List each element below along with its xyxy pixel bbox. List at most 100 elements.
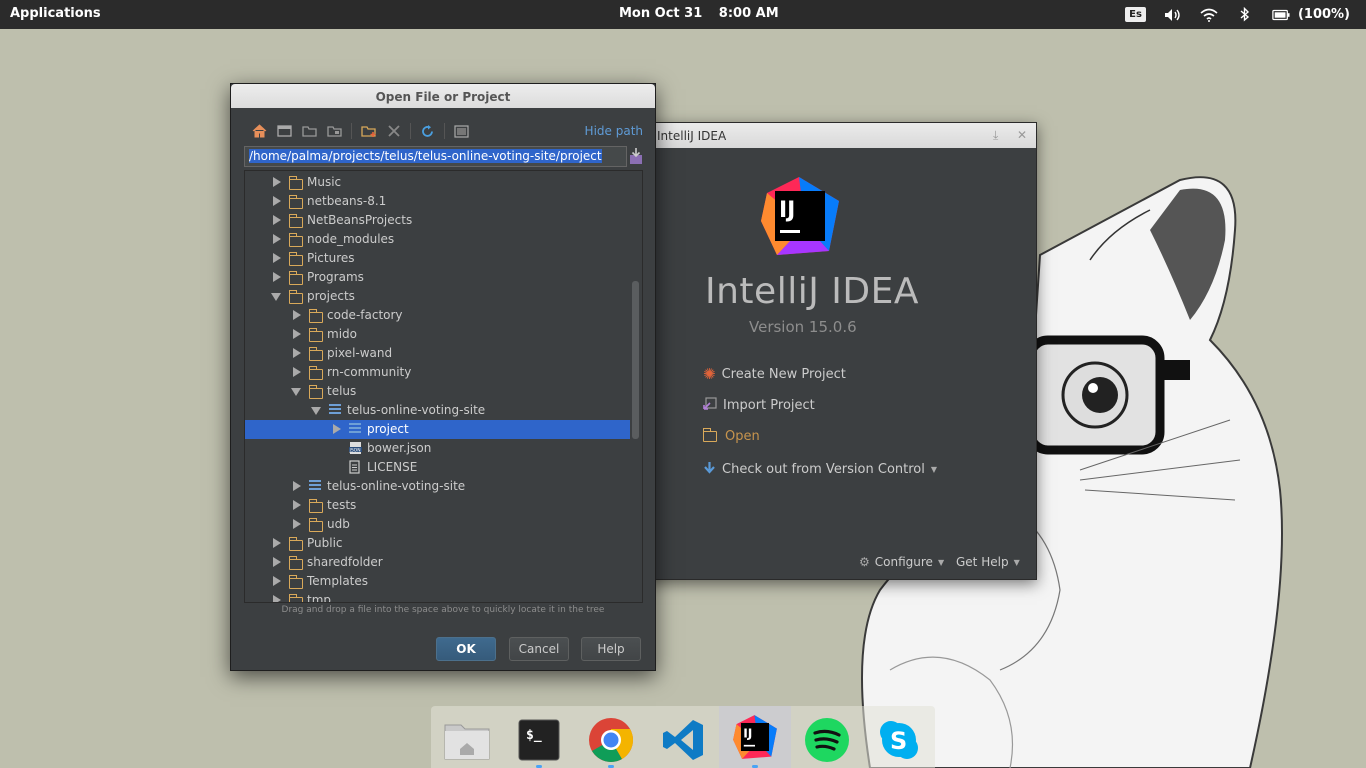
cancel-button[interactable]: Cancel bbox=[509, 637, 569, 661]
import-project-label: Import Project bbox=[723, 398, 815, 413]
tree-row[interactable]: rn-community bbox=[245, 363, 630, 382]
tree-row-label: pixel-wand bbox=[327, 346, 393, 360]
tree-row[interactable]: Music bbox=[245, 173, 630, 192]
volume-icon[interactable] bbox=[1164, 7, 1182, 23]
dock-intellij[interactable]: IJ bbox=[719, 706, 791, 768]
chevron-right-icon[interactable] bbox=[273, 538, 281, 548]
create-new-project-link[interactable]: ✺ Create New Project bbox=[703, 365, 846, 383]
tree-row[interactable]: udb bbox=[245, 515, 630, 534]
dock-spotify[interactable] bbox=[799, 712, 855, 768]
chevron-right-icon[interactable] bbox=[293, 481, 301, 491]
bluetooth-icon[interactable] bbox=[1236, 7, 1254, 23]
tree-row[interactable]: Public bbox=[245, 534, 630, 553]
tree-row[interactable]: Templates bbox=[245, 572, 630, 591]
skype-icon: S bbox=[880, 721, 918, 759]
chevron-right-icon[interactable] bbox=[293, 348, 301, 358]
applications-menu[interactable]: Applications bbox=[10, 6, 101, 21]
project-folder-icon[interactable] bbox=[299, 122, 320, 140]
path-input-selected-text: /home/palma/projects/telus/telus-online-… bbox=[249, 149, 602, 163]
tree-row[interactable]: code-factory bbox=[245, 306, 630, 325]
intellij-logo-icon: IJ bbox=[761, 177, 839, 255]
tree-row[interactable]: telus-online-voting-site bbox=[245, 401, 630, 420]
tree-row[interactable]: telus bbox=[245, 382, 630, 401]
toolbar-separator bbox=[444, 123, 445, 139]
chevron-right-icon[interactable] bbox=[333, 424, 341, 434]
tree-row[interactable]: tmp bbox=[245, 591, 630, 603]
folder-icon bbox=[308, 499, 323, 513]
minimize-icon[interactable]: ⤓ bbox=[993, 128, 998, 143]
dock-vscode[interactable] bbox=[655, 712, 711, 768]
chevron-right-icon[interactable] bbox=[273, 272, 281, 282]
tree-row[interactable]: netbeans-8.1 bbox=[245, 192, 630, 211]
chevron-right-icon[interactable] bbox=[293, 500, 301, 510]
chevron-right-icon[interactable] bbox=[273, 557, 281, 567]
tree-row[interactable]: tests bbox=[245, 496, 630, 515]
chevron-right-icon[interactable] bbox=[293, 329, 301, 339]
chevron-right-icon[interactable] bbox=[293, 519, 301, 529]
chevron-right-icon[interactable] bbox=[273, 595, 281, 602]
close-icon[interactable]: ✕ bbox=[1017, 128, 1027, 142]
chevron-right-icon[interactable] bbox=[273, 253, 281, 263]
chevron-right-icon[interactable] bbox=[273, 196, 281, 206]
toolbar-separator bbox=[351, 123, 352, 139]
tree-row[interactable]: projects bbox=[245, 287, 630, 306]
tree-row[interactable]: sharedfolder bbox=[245, 553, 630, 572]
chevron-right-icon[interactable] bbox=[293, 310, 301, 320]
new-folder-icon[interactable] bbox=[358, 122, 379, 140]
dock-home-folder[interactable] bbox=[439, 712, 495, 768]
chevron-right-icon[interactable] bbox=[273, 215, 281, 225]
checkout-vcs-link[interactable]: Check out from Version Control ▼ bbox=[703, 461, 937, 478]
tree-row[interactable]: JSON bower.json bbox=[245, 439, 630, 458]
delete-icon[interactable] bbox=[383, 122, 404, 140]
path-input[interactable]: /home/palma/projects/telus/telus-online-… bbox=[244, 146, 627, 167]
dock-terminal[interactable]: $_ bbox=[511, 712, 567, 768]
dock-chrome[interactable] bbox=[583, 712, 639, 768]
folder-icon bbox=[288, 214, 303, 228]
chevron-down-icon[interactable] bbox=[291, 388, 301, 396]
dialog-titlebar[interactable]: Open File or Project bbox=[231, 84, 655, 108]
battery-icon[interactable] bbox=[1272, 7, 1290, 23]
get-help-label: Get Help bbox=[956, 555, 1009, 569]
tree-row[interactable]: node_modules bbox=[245, 230, 630, 249]
chevron-down-icon[interactable] bbox=[311, 407, 321, 415]
tree-row[interactable]: Programs bbox=[245, 268, 630, 287]
clock[interactable]: Mon Oct 31 8:00 AM bbox=[619, 6, 779, 21]
tree-row[interactable]: project bbox=[245, 420, 630, 439]
folder-icon bbox=[288, 233, 303, 247]
get-help-menu[interactable]: Get Help ▼ bbox=[956, 555, 1020, 569]
tree-row-label: code-factory bbox=[327, 308, 403, 322]
tree-row[interactable]: Pictures bbox=[245, 249, 630, 268]
tree-row[interactable]: NetBeansProjects bbox=[245, 211, 630, 230]
tree-row[interactable]: mido bbox=[245, 325, 630, 344]
chevron-right-icon[interactable] bbox=[273, 234, 281, 244]
refresh-icon[interactable] bbox=[417, 122, 438, 140]
tree-scrollbar[interactable] bbox=[632, 281, 639, 439]
folder-icon bbox=[308, 366, 323, 380]
chevron-right-icon[interactable] bbox=[293, 367, 301, 377]
hide-path-link[interactable]: Hide path bbox=[585, 124, 643, 138]
folder-icon bbox=[288, 575, 303, 589]
help-button[interactable]: Help bbox=[581, 637, 641, 661]
chevron-right-icon[interactable] bbox=[273, 576, 281, 586]
desktop-icon[interactable] bbox=[274, 122, 295, 140]
home-icon[interactable] bbox=[249, 122, 270, 140]
configure-menu[interactable]: ⚙ Configure ▼ bbox=[859, 555, 944, 569]
show-hidden-icon[interactable] bbox=[451, 122, 472, 140]
dock-skype[interactable]: S bbox=[871, 712, 927, 768]
tree-row-label: tmp bbox=[307, 593, 332, 603]
file-tree[interactable]: Music netbeans-8.1 NetBeansProjects node_mo… bbox=[244, 170, 643, 603]
path-history-icon[interactable] bbox=[629, 147, 643, 165]
tree-row[interactable]: pixel-wand bbox=[245, 344, 630, 363]
ok-button[interactable]: OK bbox=[436, 637, 496, 661]
tree-row[interactable]: telus-online-voting-site bbox=[245, 477, 630, 496]
chevron-right-icon[interactable] bbox=[273, 177, 281, 187]
import-project-link[interactable]: Import Project bbox=[703, 397, 815, 414]
folder-icon bbox=[288, 252, 303, 266]
welcome-titlebar[interactable]: IntelliJ IDEA ⤓ ✕ bbox=[641, 123, 1036, 148]
module-folder-icon[interactable] bbox=[324, 122, 345, 140]
tree-row[interactable]: LICENSE bbox=[245, 458, 630, 477]
wifi-icon[interactable] bbox=[1200, 7, 1218, 23]
open-link[interactable]: Open bbox=[702, 428, 760, 444]
keyboard-layout-indicator[interactable]: Es bbox=[1125, 7, 1146, 22]
chevron-down-icon[interactable] bbox=[271, 293, 281, 301]
